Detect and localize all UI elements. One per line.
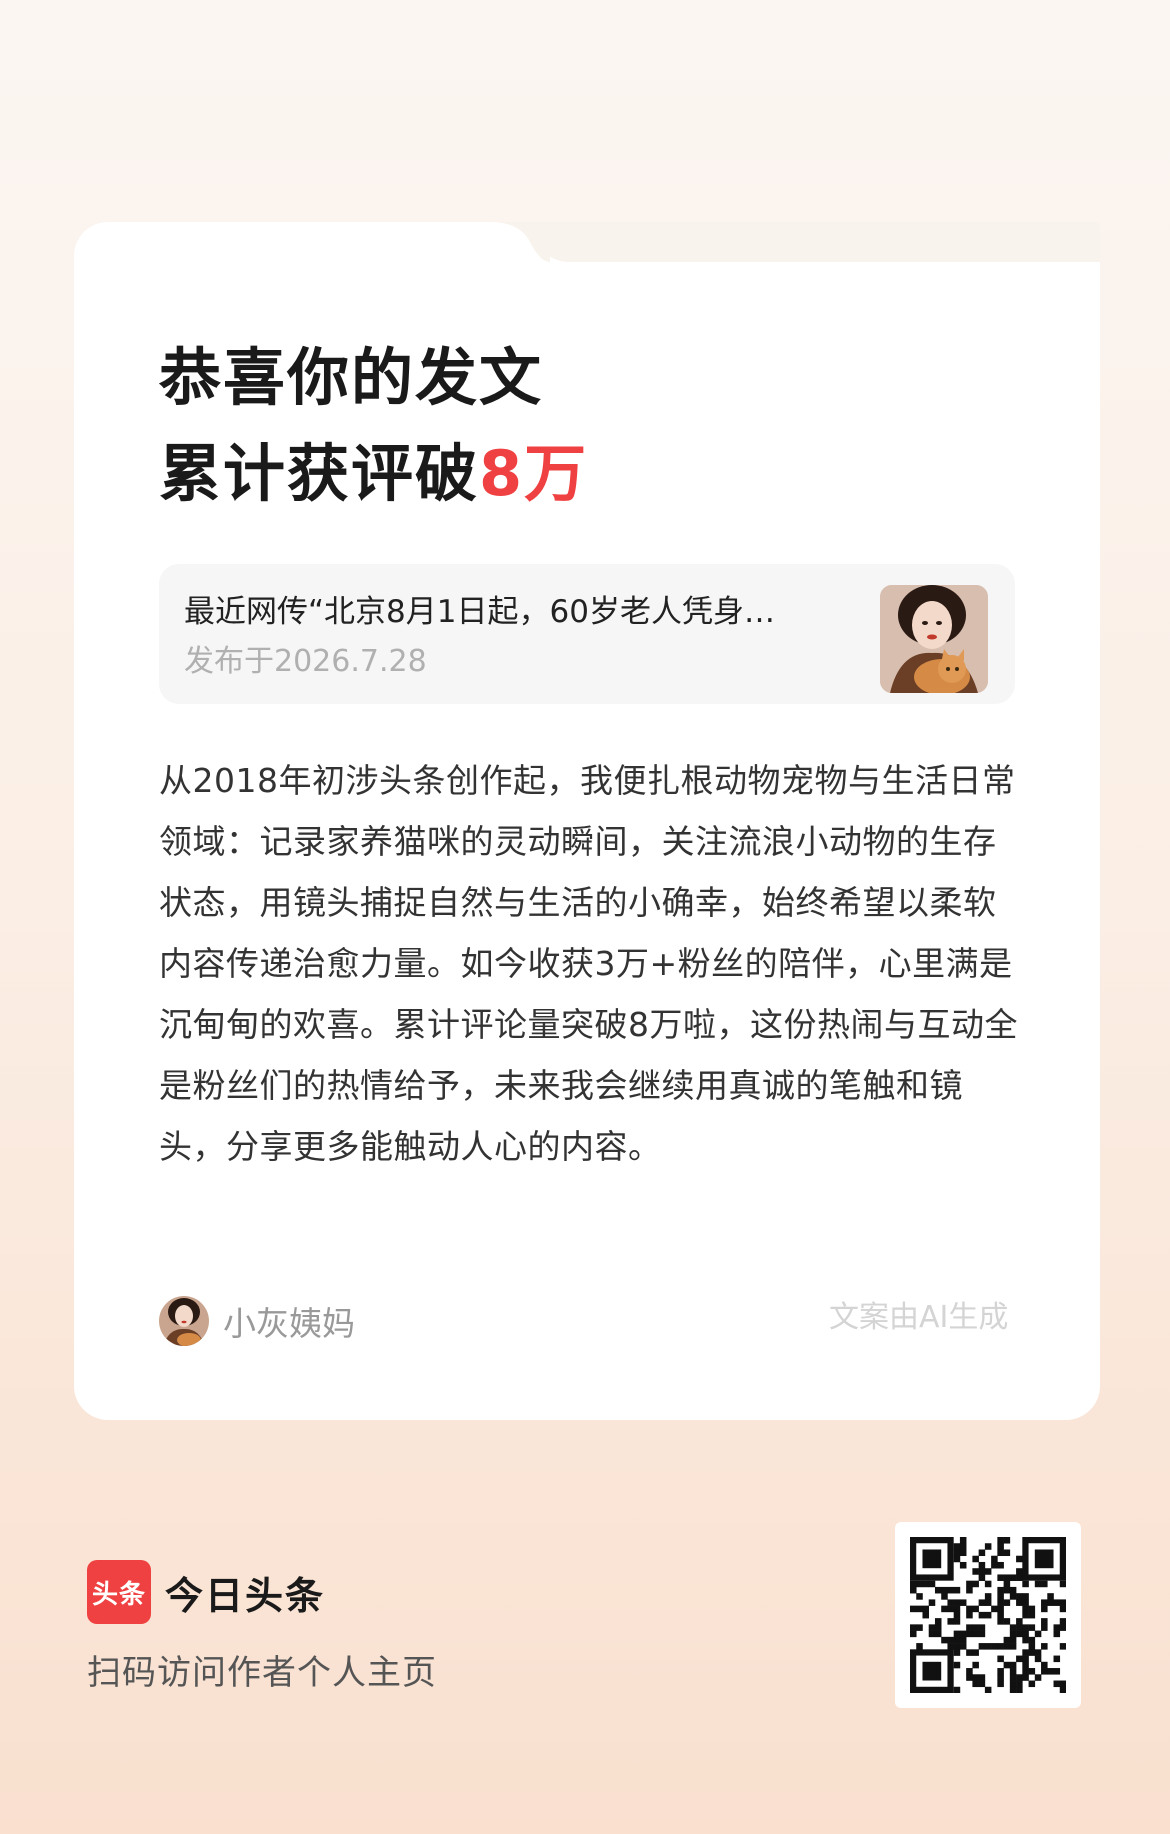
post-thumbnail[interactable]	[880, 585, 988, 693]
headline: 恭喜你的发文 累计获评破8万	[159, 330, 588, 522]
brand-name: 今日头条	[165, 1573, 326, 1618]
headline-highlight-count: 8万	[479, 437, 589, 510]
author-info[interactable]: 小灰姨妈	[159, 1296, 355, 1346]
scan-tip: 扫码访问作者个人主页	[87, 1653, 437, 1693]
woman-with-cat-photo-icon	[880, 585, 988, 693]
toutiao-logo-icon: 头条	[87, 1560, 151, 1624]
headline-line-2: 累计获评破8万	[159, 426, 588, 522]
qr-code-icon[interactable]	[895, 1522, 1081, 1708]
brand: 头条 今日头条	[87, 1560, 325, 1624]
qr-code-pattern	[910, 1537, 1066, 1693]
post-title[interactable]: 最近网传“北京8月1日起，60岁老人凭身…	[184, 590, 864, 634]
headline-line-1: 恭喜你的发文	[159, 341, 544, 414]
post-description: 从2018年初涉头条创作起，我便扎根动物宠物与生活日常领域：记录家养猫咪的灵动瞬…	[159, 761, 1018, 1166]
achievement-card: 恭喜你的发文 累计获评破8万 最近网传“北京8月1日起，60岁老人凭身… 发布于…	[74, 222, 1100, 1420]
author-name[interactable]: 小灰姨妈	[223, 1297, 355, 1345]
card-tab-notch	[530, 222, 1100, 262]
ai-generated-note: 文案由AI生成	[829, 1300, 1009, 1335]
author-avatar-icon[interactable]	[159, 1296, 209, 1346]
post-date: 发布于2026.7.28	[184, 644, 427, 679]
headline-line-2-prefix: 累计获评破	[159, 437, 480, 510]
